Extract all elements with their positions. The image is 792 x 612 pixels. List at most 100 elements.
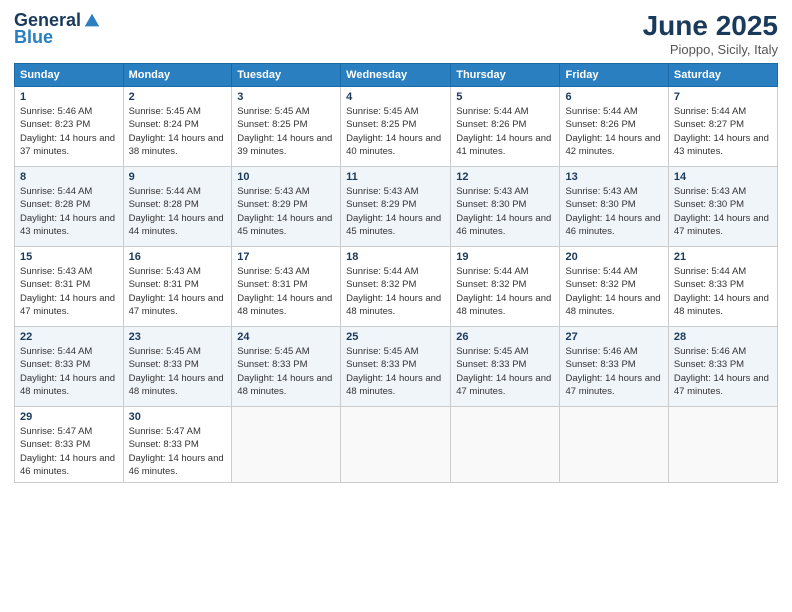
title-section: June 2025 Pioppo, Sicily, Italy	[643, 10, 778, 57]
day-number: 19	[456, 251, 554, 263]
day-info: Sunrise: 5:46 AMSunset: 8:23 PMDaylight:…	[20, 106, 115, 157]
table-row: 11 Sunrise: 5:43 AMSunset: 8:29 PMDaylig…	[341, 167, 451, 247]
day-number: 20	[565, 251, 662, 263]
day-info: Sunrise: 5:44 AMSunset: 8:32 PMDaylight:…	[565, 266, 660, 317]
day-number: 4	[346, 91, 445, 103]
table-row: 8 Sunrise: 5:44 AMSunset: 8:28 PMDayligh…	[15, 167, 124, 247]
day-info: Sunrise: 5:45 AMSunset: 8:25 PMDaylight:…	[346, 106, 441, 157]
day-number: 22	[20, 331, 118, 343]
header-sunday: Sunday	[15, 64, 124, 87]
day-info: Sunrise: 5:45 AMSunset: 8:25 PMDaylight:…	[237, 106, 332, 157]
header-monday: Monday	[123, 64, 232, 87]
header-wednesday: Wednesday	[341, 64, 451, 87]
day-number: 9	[129, 171, 227, 183]
table-row: 10 Sunrise: 5:43 AMSunset: 8:29 PMDaylig…	[232, 167, 341, 247]
day-info: Sunrise: 5:46 AMSunset: 8:33 PMDaylight:…	[674, 346, 769, 397]
day-info: Sunrise: 5:45 AMSunset: 8:33 PMDaylight:…	[237, 346, 332, 397]
calendar-page: General Blue June 2025 Pioppo, Sicily, I…	[0, 0, 792, 612]
table-row: 27 Sunrise: 5:46 AMSunset: 8:33 PMDaylig…	[560, 327, 668, 407]
table-row: 25 Sunrise: 5:45 AMSunset: 8:33 PMDaylig…	[341, 327, 451, 407]
day-number: 1	[20, 91, 118, 103]
calendar-body: 1 Sunrise: 5:46 AMSunset: 8:23 PMDayligh…	[15, 87, 778, 483]
day-info: Sunrise: 5:43 AMSunset: 8:30 PMDaylight:…	[565, 186, 660, 237]
header: General Blue June 2025 Pioppo, Sicily, I…	[14, 10, 778, 57]
table-row: 18 Sunrise: 5:44 AMSunset: 8:32 PMDaylig…	[341, 247, 451, 327]
table-row	[341, 407, 451, 483]
table-row: 30 Sunrise: 5:47 AMSunset: 8:33 PMDaylig…	[123, 407, 232, 483]
table-row: 24 Sunrise: 5:45 AMSunset: 8:33 PMDaylig…	[232, 327, 341, 407]
day-number: 15	[20, 251, 118, 263]
table-row	[668, 407, 777, 483]
day-info: Sunrise: 5:44 AMSunset: 8:33 PMDaylight:…	[20, 346, 115, 397]
table-row: 5 Sunrise: 5:44 AMSunset: 8:26 PMDayligh…	[451, 87, 560, 167]
day-number: 5	[456, 91, 554, 103]
day-info: Sunrise: 5:44 AMSunset: 8:27 PMDaylight:…	[674, 106, 769, 157]
day-number: 21	[674, 251, 772, 263]
day-info: Sunrise: 5:43 AMSunset: 8:29 PMDaylight:…	[237, 186, 332, 237]
month-title: June 2025	[643, 10, 778, 42]
logo: General Blue	[14, 10, 101, 48]
day-number: 13	[565, 171, 662, 183]
table-row	[560, 407, 668, 483]
table-row: 2 Sunrise: 5:45 AMSunset: 8:24 PMDayligh…	[123, 87, 232, 167]
day-info: Sunrise: 5:43 AMSunset: 8:31 PMDaylight:…	[129, 266, 224, 317]
table-row: 14 Sunrise: 5:43 AMSunset: 8:30 PMDaylig…	[668, 167, 777, 247]
day-info: Sunrise: 5:44 AMSunset: 8:33 PMDaylight:…	[674, 266, 769, 317]
table-row: 12 Sunrise: 5:43 AMSunset: 8:30 PMDaylig…	[451, 167, 560, 247]
table-row	[232, 407, 341, 483]
table-row: 28 Sunrise: 5:46 AMSunset: 8:33 PMDaylig…	[668, 327, 777, 407]
table-row: 20 Sunrise: 5:44 AMSunset: 8:32 PMDaylig…	[560, 247, 668, 327]
day-number: 17	[237, 251, 335, 263]
table-row: 16 Sunrise: 5:43 AMSunset: 8:31 PMDaylig…	[123, 247, 232, 327]
day-number: 3	[237, 91, 335, 103]
day-info: Sunrise: 5:44 AMSunset: 8:32 PMDaylight:…	[456, 266, 551, 317]
day-number: 18	[346, 251, 445, 263]
header-row: Sunday Monday Tuesday Wednesday Thursday…	[15, 64, 778, 87]
calendar-header: Sunday Monday Tuesday Wednesday Thursday…	[15, 64, 778, 87]
day-info: Sunrise: 5:46 AMSunset: 8:33 PMDaylight:…	[565, 346, 660, 397]
location: Pioppo, Sicily, Italy	[643, 42, 778, 57]
day-info: Sunrise: 5:43 AMSunset: 8:30 PMDaylight:…	[674, 186, 769, 237]
day-number: 24	[237, 331, 335, 343]
day-info: Sunrise: 5:44 AMSunset: 8:28 PMDaylight:…	[20, 186, 115, 237]
day-info: Sunrise: 5:45 AMSunset: 8:24 PMDaylight:…	[129, 106, 224, 157]
day-info: Sunrise: 5:44 AMSunset: 8:32 PMDaylight:…	[346, 266, 441, 317]
table-row: 26 Sunrise: 5:45 AMSunset: 8:33 PMDaylig…	[451, 327, 560, 407]
table-row: 23 Sunrise: 5:45 AMSunset: 8:33 PMDaylig…	[123, 327, 232, 407]
table-row: 21 Sunrise: 5:44 AMSunset: 8:33 PMDaylig…	[668, 247, 777, 327]
day-info: Sunrise: 5:43 AMSunset: 8:30 PMDaylight:…	[456, 186, 551, 237]
table-row: 7 Sunrise: 5:44 AMSunset: 8:27 PMDayligh…	[668, 87, 777, 167]
table-row: 29 Sunrise: 5:47 AMSunset: 8:33 PMDaylig…	[15, 407, 124, 483]
header-tuesday: Tuesday	[232, 64, 341, 87]
day-info: Sunrise: 5:43 AMSunset: 8:31 PMDaylight:…	[20, 266, 115, 317]
header-friday: Friday	[560, 64, 668, 87]
day-info: Sunrise: 5:45 AMSunset: 8:33 PMDaylight:…	[456, 346, 551, 397]
day-info: Sunrise: 5:43 AMSunset: 8:29 PMDaylight:…	[346, 186, 441, 237]
header-thursday: Thursday	[451, 64, 560, 87]
day-number: 8	[20, 171, 118, 183]
table-row: 9 Sunrise: 5:44 AMSunset: 8:28 PMDayligh…	[123, 167, 232, 247]
day-number: 10	[237, 171, 335, 183]
day-number: 2	[129, 91, 227, 103]
day-number: 6	[565, 91, 662, 103]
day-number: 7	[674, 91, 772, 103]
table-row: 13 Sunrise: 5:43 AMSunset: 8:30 PMDaylig…	[560, 167, 668, 247]
day-info: Sunrise: 5:44 AMSunset: 8:26 PMDaylight:…	[565, 106, 660, 157]
day-number: 30	[129, 411, 227, 423]
table-row	[451, 407, 560, 483]
day-number: 25	[346, 331, 445, 343]
day-info: Sunrise: 5:43 AMSunset: 8:31 PMDaylight:…	[237, 266, 332, 317]
day-number: 11	[346, 171, 445, 183]
day-info: Sunrise: 5:47 AMSunset: 8:33 PMDaylight:…	[129, 426, 224, 477]
day-number: 28	[674, 331, 772, 343]
table-row: 19 Sunrise: 5:44 AMSunset: 8:32 PMDaylig…	[451, 247, 560, 327]
day-info: Sunrise: 5:44 AMSunset: 8:26 PMDaylight:…	[456, 106, 551, 157]
logo-icon	[83, 12, 101, 30]
table-row: 3 Sunrise: 5:45 AMSunset: 8:25 PMDayligh…	[232, 87, 341, 167]
day-number: 16	[129, 251, 227, 263]
header-saturday: Saturday	[668, 64, 777, 87]
day-number: 23	[129, 331, 227, 343]
day-number: 27	[565, 331, 662, 343]
table-row: 15 Sunrise: 5:43 AMSunset: 8:31 PMDaylig…	[15, 247, 124, 327]
day-number: 26	[456, 331, 554, 343]
